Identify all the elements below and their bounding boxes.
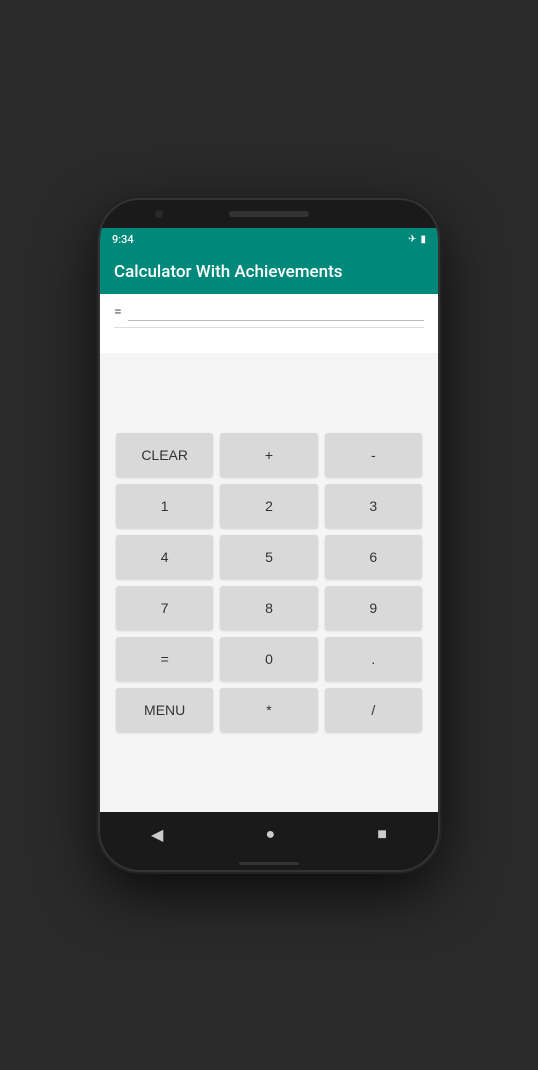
five-button[interactable]: 5: [220, 535, 317, 579]
app-header: Calculator With Achievements: [100, 250, 438, 294]
phone-camera: [155, 210, 163, 218]
nine-button[interactable]: 9: [325, 586, 422, 630]
one-button[interactable]: 1: [116, 484, 213, 528]
phone-frame: 9:34 ✈ ▮ Calculator With Achievements = …: [100, 200, 438, 870]
status-bar: 9:34 ✈ ▮: [100, 228, 438, 250]
equals-button[interactable]: =: [116, 637, 213, 681]
seven-button[interactable]: 7: [116, 586, 213, 630]
btn-row-5: = 0 .: [116, 637, 422, 681]
btn-row-6: MENU * /: [116, 688, 422, 732]
btn-row-4: 7 8 9: [116, 586, 422, 630]
clear-button[interactable]: CLEAR: [116, 433, 213, 477]
eight-button[interactable]: 8: [220, 586, 317, 630]
three-button[interactable]: 3: [325, 484, 422, 528]
plus-button[interactable]: +: [220, 433, 317, 477]
six-button[interactable]: 6: [325, 535, 422, 579]
btn-row-3: 4 5 6: [116, 535, 422, 579]
calculator-buttons: CLEAR + - 1 2 3 4 5 6 7 8 9 = 0: [100, 353, 438, 812]
phone-bottom-bar: [100, 856, 438, 870]
back-nav-button[interactable]: ◀: [135, 817, 179, 852]
status-time: 9:34: [112, 233, 134, 246]
dot-button[interactable]: .: [325, 637, 422, 681]
battery-icon: ▮: [420, 234, 426, 245]
status-icons: ✈ ▮: [408, 234, 426, 245]
two-button[interactable]: 2: [220, 484, 317, 528]
minus-button[interactable]: -: [325, 433, 422, 477]
divide-button[interactable]: /: [325, 688, 422, 732]
nav-bar: ◀ ● ■: [100, 812, 438, 856]
phone-bottom-line: [239, 862, 299, 865]
app-content: = CLEAR + - 1 2 3 4 5 6: [100, 294, 438, 812]
zero-button[interactable]: 0: [220, 637, 317, 681]
display-equals-sign: =: [114, 304, 122, 320]
phone-top-bar: [100, 200, 438, 228]
btn-row-1: CLEAR + -: [116, 433, 422, 477]
display-result-row: [114, 327, 424, 347]
display-equals-row: =: [114, 302, 424, 321]
recent-nav-button[interactable]: ■: [361, 816, 403, 852]
four-button[interactable]: 4: [116, 535, 213, 579]
multiply-button[interactable]: *: [220, 688, 317, 732]
phone-speaker: [229, 211, 309, 217]
home-nav-button[interactable]: ●: [249, 816, 291, 852]
display-input[interactable]: [128, 302, 424, 321]
display-area: =: [100, 294, 438, 353]
menu-button[interactable]: MENU: [116, 688, 213, 732]
btn-row-2: 1 2 3: [116, 484, 422, 528]
app-title: Calculator With Achievements: [114, 262, 343, 282]
airplane-icon: ✈: [408, 234, 416, 245]
